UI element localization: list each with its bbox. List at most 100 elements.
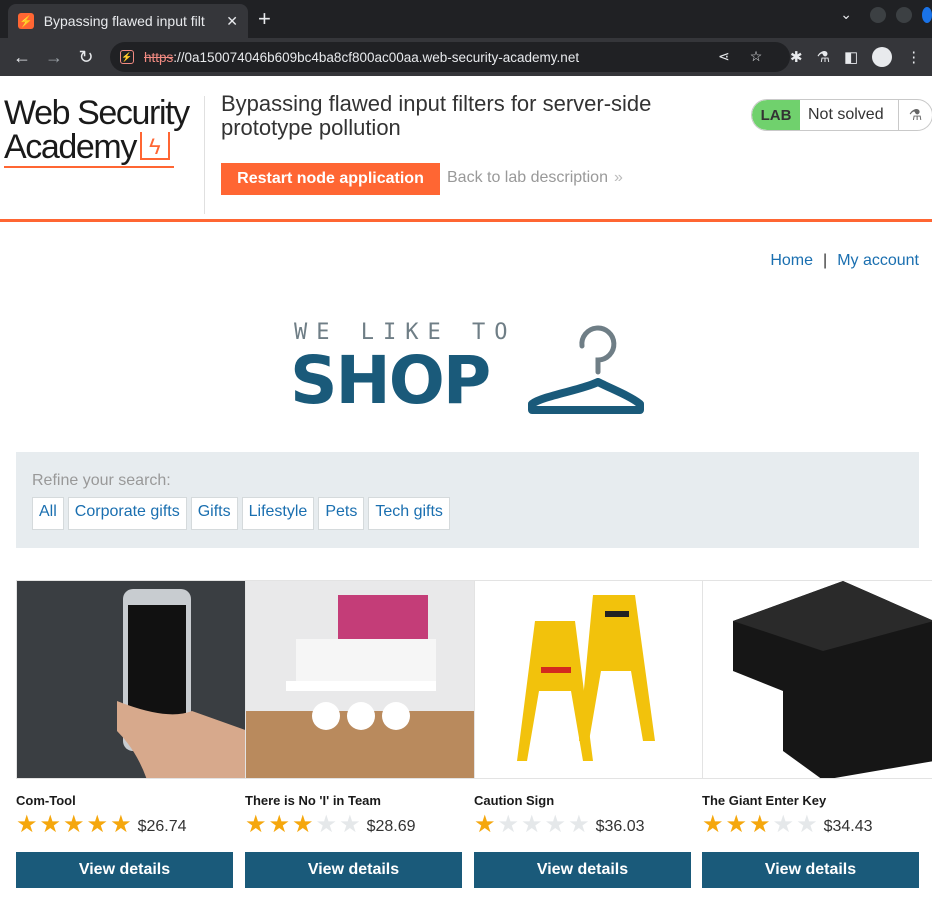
tab-title: Bypassing flawed input filt bbox=[43, 13, 205, 29]
restart-node-button[interactable]: Restart node application bbox=[221, 163, 440, 195]
logo-bolt-icon: ϟ bbox=[139, 132, 170, 160]
product-price: $28.69 bbox=[366, 818, 416, 835]
star-icon: ★ bbox=[796, 811, 818, 838]
not-secure-icon[interactable]: ⚡ bbox=[120, 50, 134, 64]
star-rating: ★ ★ ★ ★ ★ bbox=[702, 813, 818, 837]
header-divider bbox=[204, 96, 205, 214]
back-to-lab-description-link[interactable]: Back to lab description » bbox=[447, 169, 623, 187]
star-icon: ★ bbox=[268, 811, 291, 838]
product-image-enter-key[interactable] bbox=[702, 580, 932, 779]
profile-avatar-icon[interactable] bbox=[872, 47, 893, 67]
we-like-to-shop-logo: WE LIKE TO SHOP bbox=[290, 320, 652, 420]
flask-icon[interactable]: ⚗ bbox=[817, 48, 830, 66]
product-price: $36.03 bbox=[595, 818, 645, 835]
star-icon: ★ bbox=[39, 811, 62, 838]
star-icon: ★ bbox=[725, 811, 748, 838]
filter-pets[interactable]: Pets bbox=[318, 497, 365, 530]
star-icon: ★ bbox=[521, 811, 543, 838]
chevron-down-icon[interactable]: ⌄ bbox=[840, 6, 852, 23]
star-icon: ★ bbox=[749, 811, 771, 838]
refine-label: Refine your search: bbox=[32, 472, 171, 489]
lab-status-text: Not solved bbox=[808, 106, 884, 123]
top-nav: Home | My account bbox=[770, 252, 919, 270]
product-name: Com-Tool bbox=[16, 793, 76, 808]
url-input[interactable]: ⚡ https://0a150074046b609bc4ba8cf800ac00… bbox=[110, 42, 790, 72]
nav-separator: | bbox=[823, 252, 828, 269]
more-menu-icon[interactable]: ⋮ bbox=[906, 48, 921, 66]
lab-title: Bypassing flawed input filters for serve… bbox=[221, 91, 652, 140]
my-account-link[interactable]: My account bbox=[837, 252, 919, 269]
forward-arrow-icon[interactable]: → bbox=[38, 47, 70, 68]
product-name: The Giant Enter Key bbox=[702, 793, 827, 808]
star-icon: ★ bbox=[110, 811, 132, 838]
close-window-button[interactable] bbox=[922, 6, 932, 23]
product-price: $34.43 bbox=[823, 818, 873, 835]
star-rating: ★ ★ ★ ★ ★ bbox=[16, 813, 132, 837]
minimize-button[interactable] bbox=[870, 6, 886, 23]
star-rating: ★ ★ ★ ★ ★ bbox=[474, 813, 590, 837]
extensions-puzzle-icon[interactable]: ✱ bbox=[790, 48, 803, 66]
star-icon: ★ bbox=[544, 811, 567, 838]
url-host: ://0a150074046b609bc4ba8cf800ac00aa.web-… bbox=[173, 49, 580, 65]
product-image-team[interactable] bbox=[245, 580, 476, 779]
refine-search-panel: Refine your search: All Corporate gifts … bbox=[16, 452, 919, 548]
product-name: Caution Sign bbox=[474, 793, 555, 808]
maximize-button[interactable] bbox=[896, 6, 912, 23]
view-details-button[interactable]: View details bbox=[16, 852, 233, 888]
filter-corporate-gifts[interactable]: Corporate gifts bbox=[67, 497, 187, 530]
star-icon: ★ bbox=[63, 811, 85, 838]
product-image-caution-sign[interactable] bbox=[474, 580, 705, 779]
view-details-button[interactable]: View details bbox=[702, 852, 919, 888]
star-rating: ★ ★ ★ ★ ★ bbox=[245, 813, 361, 837]
star-icon: ★ bbox=[292, 811, 314, 838]
lightning-bolt-icon: ⚡ bbox=[18, 13, 34, 29]
star-icon: ★ bbox=[474, 811, 496, 838]
view-details-button[interactable]: View details bbox=[245, 852, 462, 888]
star-icon: ★ bbox=[702, 811, 724, 838]
new-tab-button[interactable]: + bbox=[258, 8, 271, 30]
lab-status-widget: LAB Not solved ⚗ bbox=[751, 99, 932, 131]
share-icon[interactable]: ⋖ bbox=[718, 48, 730, 65]
close-icon[interactable]: ✕ bbox=[226, 13, 238, 30]
star-icon: ★ bbox=[339, 811, 361, 838]
logo-line-1: Web Security bbox=[4, 94, 190, 132]
bookmark-star-icon[interactable]: ☆ bbox=[750, 48, 763, 65]
product-price: $26.74 bbox=[137, 818, 187, 835]
logo-line-2: Academy bbox=[4, 128, 137, 166]
lab-badge: LAB bbox=[752, 100, 800, 130]
url-protocol: https bbox=[144, 49, 174, 65]
lab-header: Web Security Academy ϟ Bypassing flawed i… bbox=[0, 76, 932, 222]
shop-word: SHOP bbox=[290, 342, 491, 419]
filter-all[interactable]: All bbox=[32, 497, 64, 530]
filter-tech-gifts[interactable]: Tech gifts bbox=[368, 497, 450, 530]
logo-underline bbox=[4, 166, 174, 168]
star-icon: ★ bbox=[315, 811, 338, 838]
product-card: The Giant Enter Key ★ ★ ★ ★ ★ $34.43 Vie… bbox=[702, 580, 932, 888]
browser-tab[interactable]: ⚡ Bypassing flawed input filt ✕ bbox=[8, 4, 248, 38]
star-icon: ★ bbox=[16, 811, 38, 838]
product-name: There is No 'I' in Team bbox=[245, 793, 381, 808]
product-card: Caution Sign ★ ★ ★ ★ ★ $36.03 View detai… bbox=[474, 580, 705, 888]
product-image-phone[interactable] bbox=[16, 580, 247, 779]
flask-icon: ⚗ bbox=[898, 100, 932, 130]
filter-lifestyle[interactable]: Lifestyle bbox=[241, 497, 315, 530]
reload-icon[interactable]: ↻ bbox=[70, 47, 102, 68]
side-panel-icon[interactable]: ◧ bbox=[844, 48, 858, 66]
double-chevron-right-icon: » bbox=[613, 169, 623, 186]
filter-gifts[interactable]: Gifts bbox=[190, 497, 238, 530]
web-security-academy-logo[interactable]: Web Security Academy ϟ bbox=[4, 96, 204, 168]
address-bar: ← → ↻ ⚡ https://0a150074046b609bc4ba8cf8… bbox=[0, 38, 932, 76]
star-icon: ★ bbox=[772, 811, 795, 838]
star-icon: ★ bbox=[245, 811, 267, 838]
back-arrow-icon[interactable]: ← bbox=[6, 47, 38, 68]
back-link-label: Back to lab description bbox=[447, 169, 608, 186]
star-icon: ★ bbox=[568, 811, 590, 838]
product-card: Com-Tool ★ ★ ★ ★ ★ $26.74 View details bbox=[16, 580, 247, 888]
view-details-button[interactable]: View details bbox=[474, 852, 691, 888]
product-card: There is No 'I' in Team ★ ★ ★ ★ ★ $28.69… bbox=[245, 580, 476, 888]
home-link[interactable]: Home bbox=[770, 252, 813, 269]
browser-tab-bar: ⚡ Bypassing flawed input filt ✕ + ⌄ bbox=[0, 0, 932, 38]
star-icon: ★ bbox=[86, 811, 109, 838]
coat-hanger-icon bbox=[528, 325, 644, 414]
star-icon: ★ bbox=[497, 811, 520, 838]
